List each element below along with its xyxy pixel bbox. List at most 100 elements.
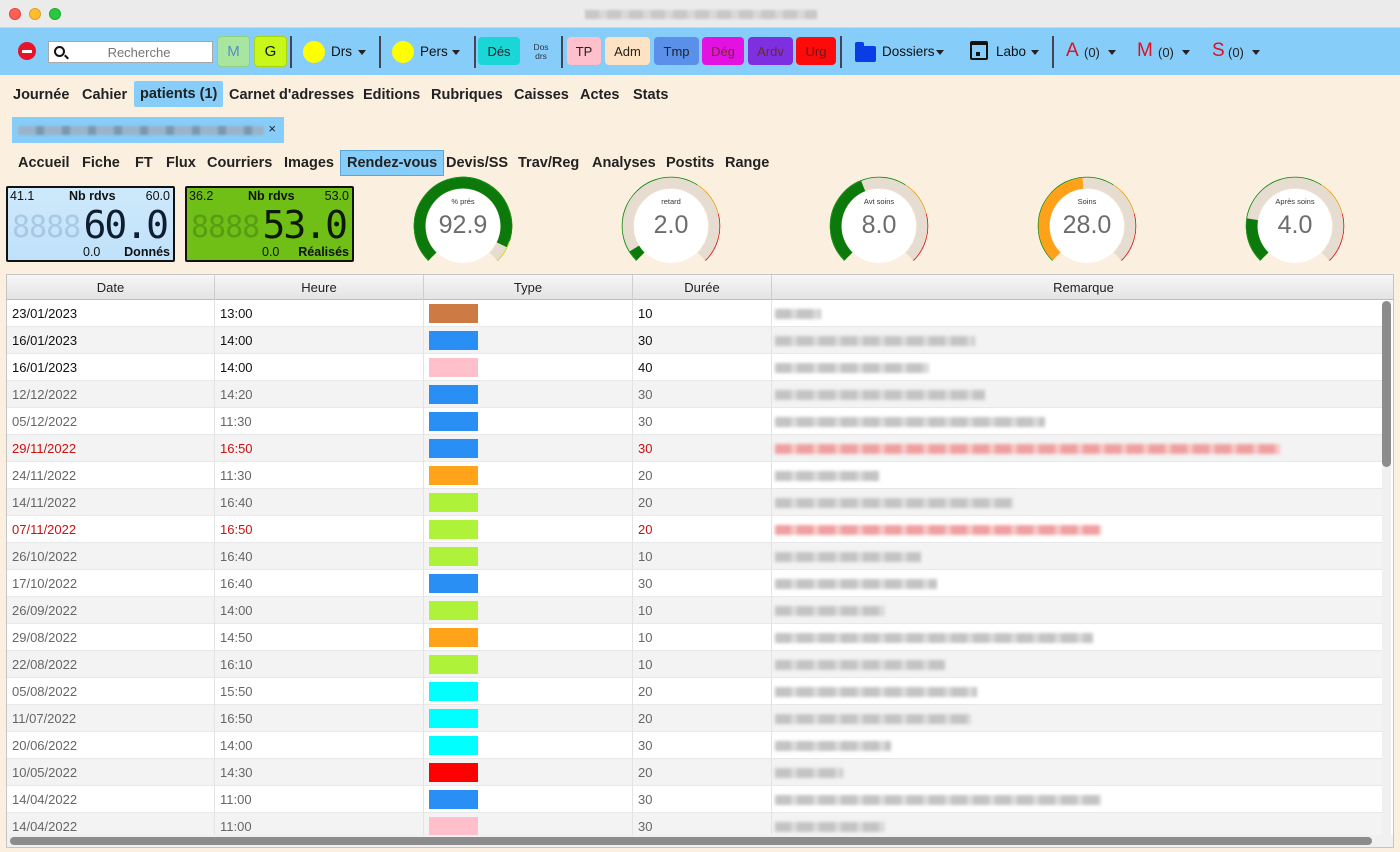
window-close-button[interactable] [9,8,21,20]
window-minimize-button[interactable] [29,8,41,20]
tmp-button[interactable]: Tmp [654,37,699,65]
tab-images[interactable]: Images [284,150,334,176]
tab-range[interactable]: Range [725,150,769,176]
urg-button[interactable]: Urg [796,37,836,65]
a-alerts-dropdown[interactable]: A (0) [1066,40,1120,64]
tab-caisses[interactable]: Caisses [514,82,569,108]
table-row[interactable]: 12/12/2022 14:20 30 [7,381,1383,408]
tp-button[interactable]: TP [567,37,601,65]
counter-title: Nb rdvs [69,189,116,203]
pers-dropdown[interactable]: Pers [392,40,468,64]
gauge-label: % prés [451,197,475,206]
cell-type [424,435,633,462]
m-alerts-dropdown[interactable]: M (0) [1137,40,1193,64]
labo-dropdown[interactable]: Labo [968,40,1042,64]
table-row[interactable]: 20/06/2022 14:00 30 [7,732,1383,759]
cell-heure: 14:00 [215,327,424,354]
table-row[interactable]: 14/11/2022 16:40 20 [7,489,1383,516]
tab-editions[interactable]: Editions [363,82,420,108]
tab-stats[interactable]: Stats [633,82,668,108]
m-button[interactable]: M [217,36,250,67]
adm-button[interactable]: Adm [605,37,650,65]
close-icon[interactable]: × [268,121,276,136]
tab-courriers[interactable]: Courriers [207,150,272,176]
cell-date: 20/06/2022 [7,732,215,759]
tab-accueil[interactable]: Accueil [18,150,70,176]
tab-flux[interactable]: Flux [166,150,196,176]
window-zoom-button[interactable] [49,8,61,20]
counter-ghost-digits: 8888 [12,210,81,245]
gauge-apres-soins: Après soins 4.0 [1245,176,1345,272]
dos-drs-button[interactable]: Dos drs [529,43,553,62]
chevron-down-icon [1252,50,1260,55]
g-button[interactable]: G [254,36,287,67]
rdv-given-counter: 41.1 Nb rdvs 60.0 8888 60.0 0.0 Donnés [6,186,175,262]
cell-heure: 14:50 [215,624,424,651]
tab-ft[interactable]: FT [135,150,153,176]
table-row[interactable]: 14/04/2022 11:00 30 [7,786,1383,813]
deg-button[interactable]: Dég [702,37,744,65]
toolbar-separator [1052,36,1054,68]
table-row[interactable]: 05/08/2022 15:50 20 [7,678,1383,705]
column-header-type[interactable]: Type [424,275,633,300]
dossiers-dropdown[interactable]: Dossiers [854,40,946,64]
m-count: (0) [1158,45,1174,60]
type-color-swatch [429,790,478,809]
column-header-duree[interactable]: Durée [633,275,772,300]
gauge-value: 8.0 [861,211,897,239]
table-row[interactable]: 07/11/2022 16:50 20 [7,516,1383,543]
cell-type [424,705,633,732]
tab-analyses[interactable]: Analyses [592,150,656,176]
vertical-scrollbar[interactable] [1382,301,1391,846]
tab-patients[interactable]: patients (1) [134,81,224,107]
table-row[interactable]: 11/07/2022 16:50 20 [7,705,1383,732]
table-row[interactable]: 26/10/2022 16:40 10 [7,543,1383,570]
cell-date: 10/05/2022 [7,759,215,786]
table-row[interactable]: 26/09/2022 14:00 10 [7,597,1383,624]
column-header-date[interactable]: Date [7,275,215,300]
search-input[interactable] [69,44,209,60]
table-row[interactable]: 22/08/2022 16:10 10 [7,651,1383,678]
counter-max: 60.0 [145,189,170,203]
tab-fiche[interactable]: Fiche [82,150,120,176]
cell-duree: 10 [633,543,772,570]
table-row[interactable]: 17/10/2022 16:40 30 [7,570,1383,597]
horizontal-scrollbar[interactable] [7,835,1393,847]
cell-remarque [772,327,1383,354]
tab-actes[interactable]: Actes [580,82,620,108]
column-header-remarque[interactable]: Remarque [772,275,1393,300]
counter-low: 0.0 [262,245,280,259]
cell-heure: 15:50 [215,678,424,705]
s-alerts-dropdown[interactable]: S (0) [1212,40,1266,64]
column-header-heure[interactable]: Heure [215,275,424,300]
tab-journee[interactable]: Journée [13,82,69,108]
horizontal-scroll-thumb[interactable] [10,837,1372,845]
table-row[interactable]: 05/12/2022 11:30 30 [7,408,1383,435]
tab-postits[interactable]: Postits [666,150,714,176]
patient-tab-chip[interactable]: × [12,117,284,143]
table-row[interactable]: 24/11/2022 11:30 20 [7,462,1383,489]
drs-dropdown[interactable]: Drs [303,40,373,64]
ardv-button[interactable]: Ardv [748,37,793,65]
table-row[interactable]: 23/01/2023 13:00 10 [7,300,1383,327]
tab-trav-reg[interactable]: Trav/Reg [518,150,579,176]
tab-rubriques[interactable]: Rubriques [431,82,503,108]
cell-duree: 20 [633,705,772,732]
tab-devis-ss[interactable]: Devis/SS [446,150,508,176]
counter-caption: Réalisés [298,245,349,259]
tab-carnet-adresses[interactable]: Carnet d'adresses [229,82,354,108]
vertical-scroll-thumb[interactable] [1382,301,1391,467]
cell-type [424,300,633,327]
cell-remarque [772,435,1383,462]
stop-icon[interactable] [18,42,36,60]
table-row[interactable]: 29/08/2022 14:50 10 [7,624,1383,651]
table-row[interactable]: 10/05/2022 14:30 20 [7,759,1383,786]
search-box[interactable] [48,41,213,63]
table-row[interactable]: 16/01/2023 14:00 40 [7,354,1383,381]
table-row[interactable]: 29/11/2022 16:50 30 [7,435,1383,462]
table-row[interactable]: 16/01/2023 14:00 30 [7,327,1383,354]
des-button[interactable]: Dés [478,37,520,65]
tab-rendez-vous[interactable]: Rendez-vous [340,150,445,176]
cell-heure: 11:30 [215,462,424,489]
tab-cahier[interactable]: Cahier [82,82,127,108]
